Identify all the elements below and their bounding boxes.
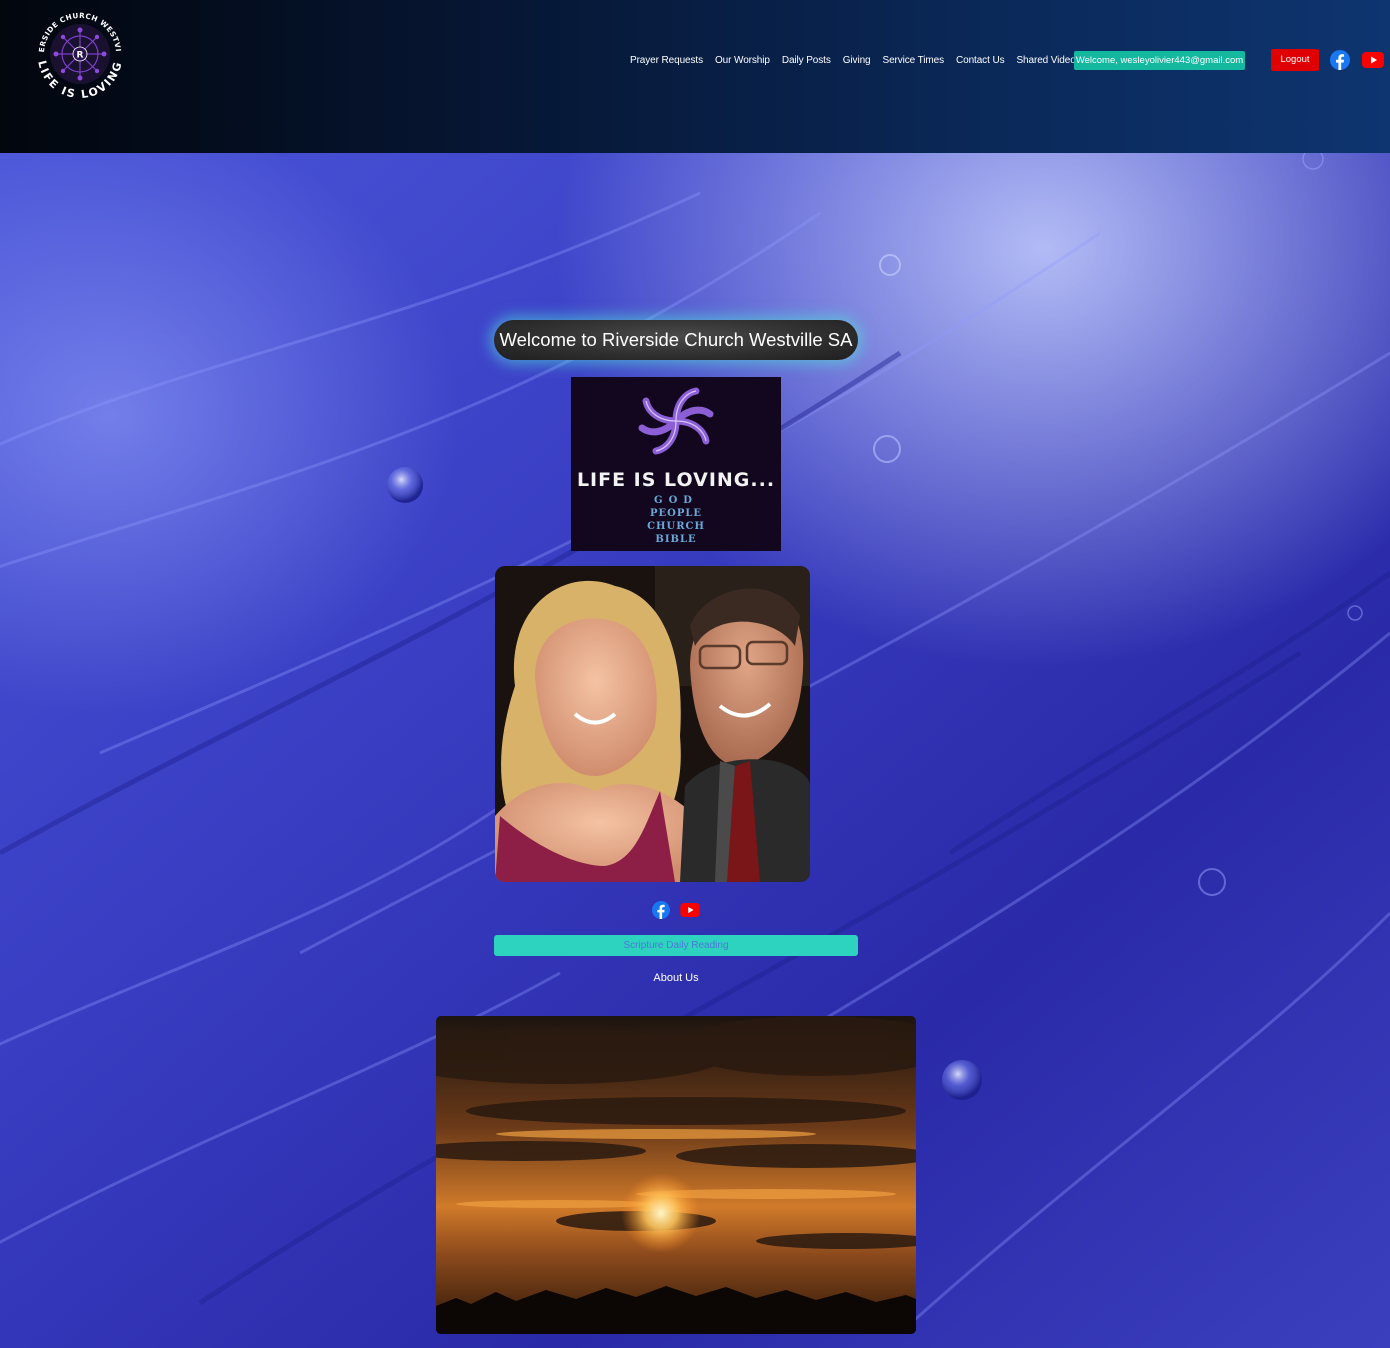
spiral-logo-icon <box>638 387 714 455</box>
church-logo[interactable]: R RIVERSIDE CHURCH WESTVILLE LIFE IS LOV… <box>27 0 130 104</box>
banner-line-bible: BIBLE <box>655 534 697 545</box>
logout-button[interactable]: Logout <box>1271 49 1319 71</box>
site-header: R RIVERSIDE CHURCH WESTVILLE LIFE IS LOV… <box>0 0 1390 153</box>
nav-prayer-requests[interactable]: Prayer Requests <box>630 55 703 66</box>
banner-line-god: GOD <box>654 495 698 506</box>
youtube-icon[interactable] <box>680 903 700 917</box>
nav-our-worship[interactable]: Our Worship <box>715 55 770 66</box>
banner-headline: LIFE IS LOVING... <box>576 469 776 491</box>
logo-center-letter: R <box>77 51 84 61</box>
scripture-daily-reading-button[interactable]: Scripture Daily Reading <box>494 935 858 956</box>
facebook-icon[interactable] <box>1330 50 1350 70</box>
facebook-icon[interactable] <box>652 901 670 919</box>
nav-giving[interactable]: Giving <box>843 55 871 66</box>
nav-contact-us[interactable]: Contact Us <box>956 55 1005 66</box>
about-us-link[interactable]: About Us <box>626 972 726 984</box>
nav-daily-posts[interactable]: Daily Posts <box>782 55 831 66</box>
page-title: Welcome to Riverside Church Westville SA <box>494 320 858 360</box>
nav-service-times[interactable]: Service Times <box>883 55 945 66</box>
banner-line-people: PEOPLE <box>649 508 703 519</box>
main-nav: Prayer Requests Our Worship Daily Posts … <box>630 50 1093 70</box>
nav-shared-videos[interactable]: Shared Videos <box>1016 55 1080 66</box>
youtube-icon[interactable] <box>1362 52 1384 68</box>
banner-line-church: CHURCH <box>647 521 705 532</box>
life-is-loving-banner: LIFE IS LOVING... GOD PEOPLE CHURCH BIBL… <box>571 377 781 551</box>
pastors-photo <box>495 566 810 882</box>
welcome-user-badge[interactable]: Welcome, wesleyolivier443@gmail.com <box>1074 51 1245 70</box>
sunset-image <box>436 1016 916 1334</box>
